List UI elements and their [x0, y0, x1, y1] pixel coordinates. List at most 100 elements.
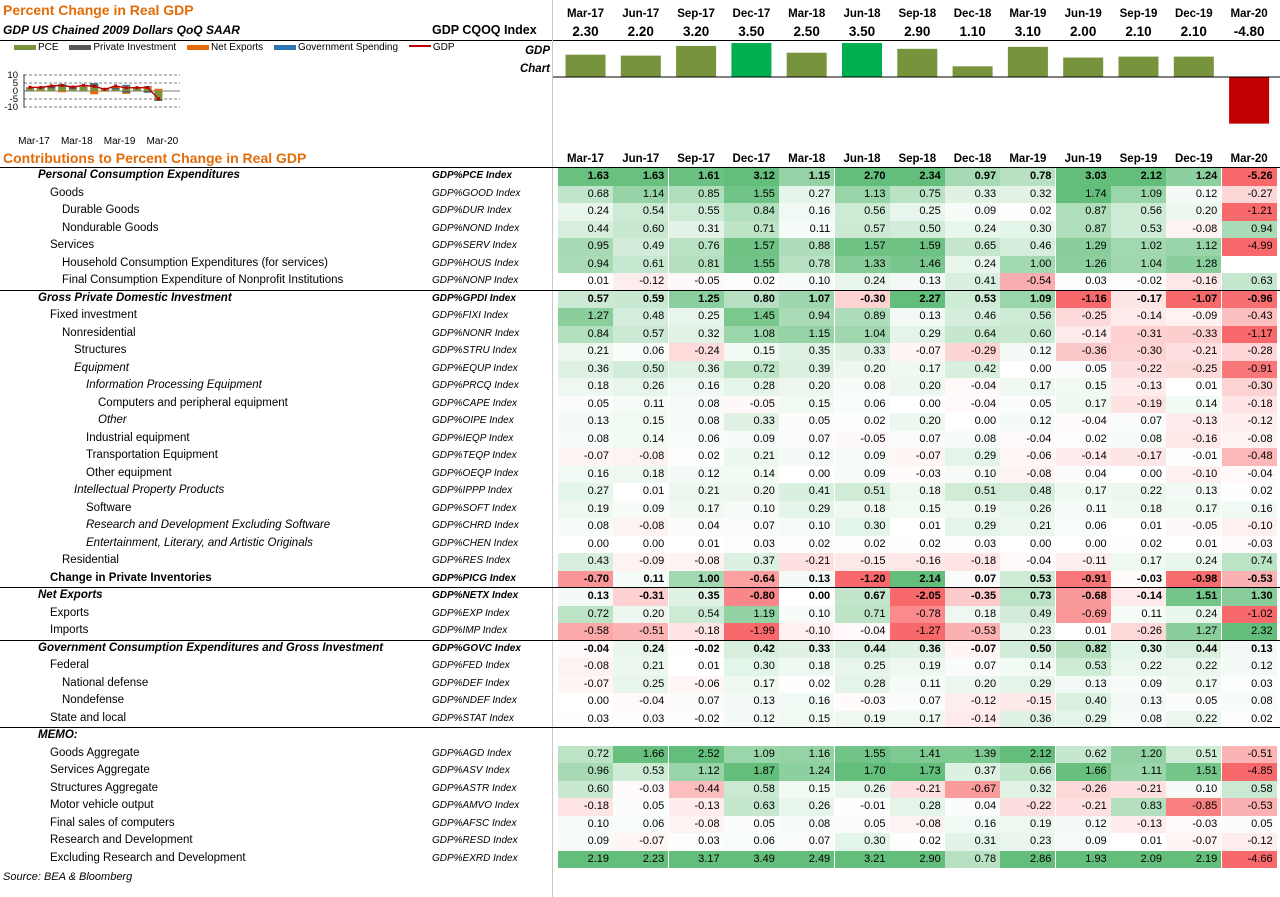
table-cell: -0.53: [1221, 798, 1277, 816]
mini-contributions-chart: 10 5 0 -5 -10 Mar-17 Mar-18 Mar-19 Mar-20: [0, 52, 440, 147]
mini-gdp-marker: [49, 84, 53, 88]
table-cell: 0.19: [834, 710, 890, 728]
table-cell: 0.16: [945, 815, 1001, 833]
table-cell: -0.15: [834, 553, 890, 571]
table-cell: 0.46: [945, 308, 1001, 326]
table-cell: -0.58: [558, 623, 613, 641]
table-cell: -0.16: [1166, 430, 1222, 448]
table-cell: 0.11: [779, 220, 835, 238]
row-ticker: GDP%AGD Index: [432, 747, 512, 759]
table-cell: 1.09: [1111, 185, 1166, 203]
table-cell: -0.21: [1055, 798, 1111, 816]
table-cell: -4.85: [1221, 763, 1277, 781]
table-cell: 1.16: [779, 745, 835, 763]
row-label: State and local: [50, 711, 127, 724]
table-cell: 0.17: [1166, 675, 1222, 693]
table-cell: 0.87: [1055, 220, 1111, 238]
table-cell: 0.13: [723, 693, 779, 711]
table-cell: 0.01: [1166, 378, 1222, 396]
table-cell: 1.87: [723, 763, 779, 781]
table-cell: 0.17: [889, 710, 945, 728]
row-ticker: GDP%GOOD Index: [432, 187, 521, 199]
table-cell: 1.14: [613, 185, 669, 203]
table-cell: 0.30: [723, 658, 779, 676]
table-cell: 0.13: [1166, 483, 1222, 501]
table-row: National defense GDP%DEF Index -0.07 0.25 -0…: [0, 675, 1280, 693]
table-cell: 3.12: [723, 168, 779, 186]
table-cell: 0.05: [779, 413, 835, 431]
table-cell: 0.21: [1000, 518, 1056, 536]
contrib-col-header: Dec-17: [732, 153, 771, 165]
table-cell: 0.16: [668, 378, 724, 396]
table-cell: 0.08: [668, 413, 724, 431]
table-cell: 0.17: [1055, 395, 1111, 413]
table-cell: -0.05: [668, 273, 724, 291]
row-label: Durable Goods: [62, 204, 140, 216]
source-note: Source: BEA & Bloomberg: [3, 871, 133, 883]
table-cell: 1.26: [1055, 255, 1111, 273]
table-cell: 0.26: [779, 798, 835, 816]
table-row: Federal GDP%FED Index -0.08 0.21 0.01 0.30 0.1…: [0, 658, 1280, 676]
gdp-quarter-label: Mar-18: [788, 8, 826, 20]
table-cell: -0.70: [558, 570, 613, 588]
table-cell: 1.66: [613, 745, 669, 763]
table-cell: 1.30: [1221, 588, 1277, 606]
table-cell: 0.18: [834, 500, 890, 518]
table-cell: -0.13: [1111, 378, 1166, 396]
table-cell: 0.02: [834, 413, 890, 431]
row-ticker: GDP%HOUS Index: [432, 257, 519, 269]
table-cell: 0.83: [1111, 798, 1166, 816]
table-cell: 0.07: [945, 658, 1001, 676]
table-cell: 1.61: [668, 168, 724, 186]
row-label: Intellectual Property Products: [74, 484, 225, 496]
gdp-value-label: 3.50: [738, 24, 764, 39]
gdp-bar: [1229, 77, 1270, 124]
table-cell: 0.05: [1000, 395, 1056, 413]
table-cell: -0.08: [1166, 220, 1222, 238]
row-ticker: GDP%AFSC Index: [432, 817, 517, 829]
table-cell: 0.00: [1055, 535, 1111, 553]
table-cell: 0.03: [723, 535, 779, 553]
table-cell: 0.08: [1111, 710, 1166, 728]
table-cell: -0.78: [889, 605, 945, 623]
table-cell: 2.27: [889, 290, 945, 308]
table-cell: 1.45: [723, 308, 779, 326]
table-cell: 0.02: [1111, 535, 1166, 553]
table-cell: 0.27: [558, 483, 613, 501]
table-cell: 0.75: [889, 185, 945, 203]
row-label: Gross Private Domestic Investment: [38, 291, 232, 304]
row-ticker: GDP%CAPE Index: [432, 397, 518, 409]
gdp-value-label: 2.50: [794, 24, 820, 39]
table-row: Personal Consumption Expenditures GDP%PCE…: [0, 167, 1280, 186]
table-cell: -0.51: [1221, 745, 1277, 763]
table-cell: 0.10: [723, 500, 779, 518]
table-cell: 0.37: [945, 763, 1001, 781]
gdp-bar: [620, 55, 661, 77]
table-cell: 0.04: [668, 518, 724, 536]
table-cell: 0.20: [1166, 203, 1222, 221]
gdp-bar: [676, 45, 717, 77]
table-cell: 0.17: [668, 500, 724, 518]
row-ticker: GDP%STAT Index: [432, 712, 514, 724]
table-row: Other equipment GDP%OEQP Index 0.16 0.18 0.1…: [0, 465, 1280, 483]
table-cell: 0.60: [558, 780, 613, 798]
table-cell: 0.00: [1000, 535, 1056, 553]
table-cell: -0.98: [1166, 570, 1222, 588]
table-cell: 1.07: [779, 290, 835, 308]
table-row: Government Consumption Expenditures and …: [0, 639, 1280, 658]
table-cell: 0.25: [668, 308, 724, 326]
table-cell: 0.13: [1221, 640, 1277, 658]
table-cell: 0.64: [945, 325, 1001, 343]
table-cell: 2.49: [779, 850, 835, 868]
table-cell: 0.78: [1000, 168, 1056, 186]
table-cell: 1.63: [613, 168, 669, 186]
table-cell: 0.05: [1055, 360, 1111, 378]
table-cell: 0.72: [558, 745, 613, 763]
mini-bar-pce: [47, 88, 56, 91]
table-cell: 0.17: [1055, 483, 1111, 501]
table-cell: 0.25: [889, 203, 945, 221]
table-cell: 2.09: [1111, 850, 1166, 868]
table-cell: 0.05: [613, 798, 669, 816]
table-cell: 1.15: [779, 168, 835, 186]
table-cell: 1.24: [1166, 168, 1222, 186]
